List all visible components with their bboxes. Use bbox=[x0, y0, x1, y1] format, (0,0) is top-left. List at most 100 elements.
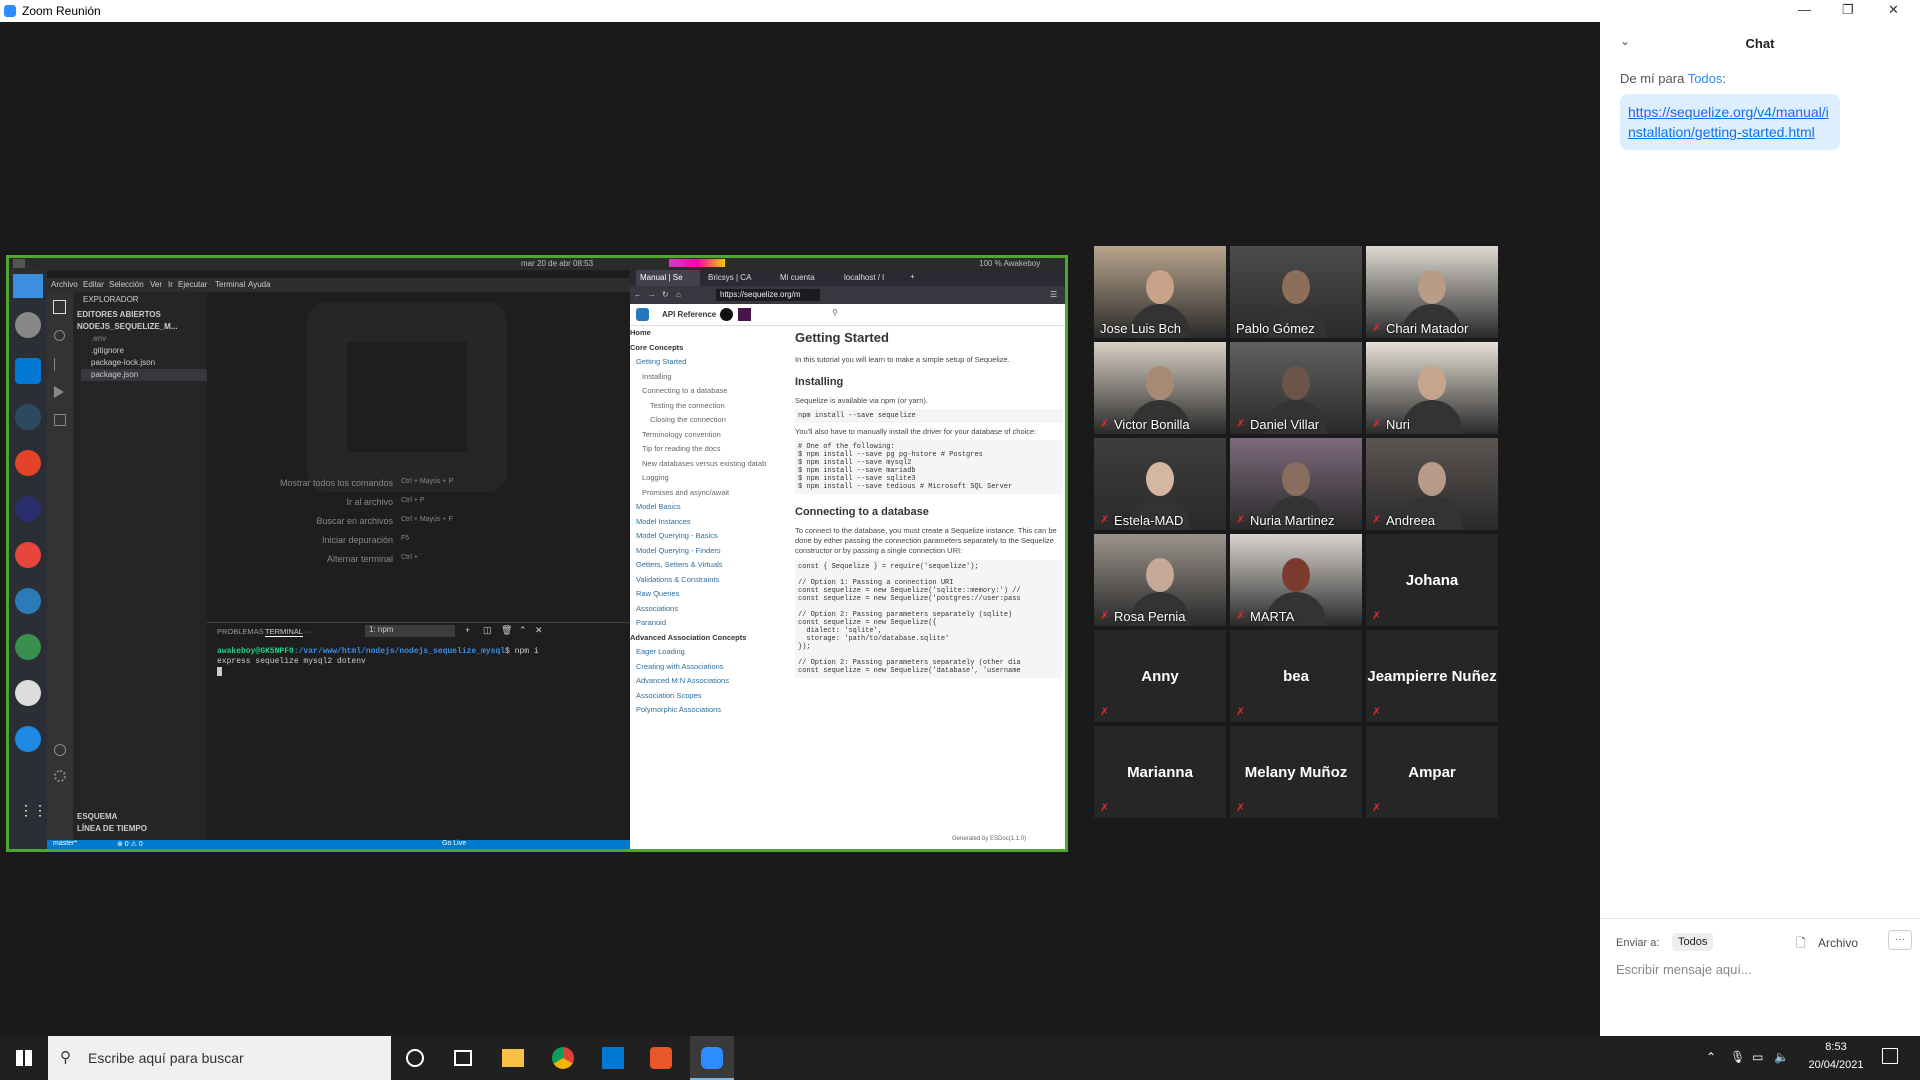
docs-nav-item[interactable]: Core Concepts bbox=[630, 341, 785, 356]
notifications-icon[interactable] bbox=[1882, 1048, 1898, 1064]
menu-file[interactable]: Archivo bbox=[51, 280, 78, 289]
menu-go[interactable]: Ir bbox=[168, 280, 173, 289]
vscode-taskbar-icon[interactable] bbox=[602, 1047, 624, 1069]
taskbar-search[interactable]: ⚲ Escribe aquí para buscar bbox=[48, 1036, 391, 1080]
participant-tile[interactable]: Anny ✗ bbox=[1094, 630, 1226, 722]
windows-start-icon[interactable] bbox=[16, 1050, 32, 1066]
run-debug-icon[interactable] bbox=[54, 386, 64, 398]
api-reference-link[interactable]: API Reference bbox=[662, 310, 716, 319]
participant-tile[interactable]: Jose Luis Bch bbox=[1094, 246, 1226, 338]
menu-icon[interactable]: ☰ bbox=[1050, 290, 1057, 299]
monitor-icon[interactable] bbox=[15, 588, 41, 614]
participant-tile[interactable]: Nuria Martinez ✗ bbox=[1230, 438, 1362, 530]
source-control-icon[interactable] bbox=[54, 358, 65, 371]
participant-tile[interactable]: Estela-MAD ✗ bbox=[1094, 438, 1226, 530]
clock-date[interactable]: 20/04/2021 bbox=[1800, 1059, 1872, 1071]
forward-icon[interactable]: → bbox=[648, 290, 656, 299]
chat-input[interactable]: Escribir mensaje aquí... bbox=[1616, 962, 1752, 977]
docs-nav-item[interactable]: Validations & Constraints bbox=[636, 573, 785, 588]
outline-section[interactable]: ESQUEMA bbox=[77, 812, 117, 821]
files-icon[interactable] bbox=[13, 274, 43, 298]
docs-nav-item[interactable]: Testing the connection bbox=[650, 399, 785, 414]
menu-terminal[interactable]: Terminal bbox=[215, 280, 245, 289]
docs-nav-item[interactable]: Closing the connection bbox=[650, 413, 785, 428]
apps-grid-icon[interactable]: ⋮⋮ bbox=[19, 800, 47, 820]
account-icon[interactable] bbox=[54, 744, 66, 756]
docs-nav-item[interactable]: Logging bbox=[642, 471, 785, 486]
menu-edit[interactable]: Editar bbox=[83, 280, 104, 289]
extensions-icon[interactable] bbox=[54, 414, 66, 426]
participant-tile[interactable]: Marianna ✗ bbox=[1094, 726, 1226, 818]
more-options-button[interactable]: ··· bbox=[1888, 930, 1912, 950]
zoom-dock-icon[interactable] bbox=[15, 726, 41, 752]
problems-count[interactable]: ⊗ 0 ⚠ 0 bbox=[117, 840, 143, 848]
tab-more[interactable]: ··· bbox=[305, 627, 313, 636]
eclipse-icon[interactable] bbox=[15, 496, 41, 522]
taskbar-search-input[interactable]: Escribe aquí para buscar bbox=[88, 1050, 244, 1066]
close-panel-icon[interactable]: ✕ bbox=[535, 625, 543, 636]
go-live-button[interactable]: Go Live bbox=[442, 840, 466, 847]
menu-run[interactable]: Ejecutar bbox=[178, 280, 207, 289]
menu-view[interactable]: Ver bbox=[150, 280, 162, 289]
participant-tile[interactable]: Daniel Villar ✗ bbox=[1230, 342, 1362, 434]
mic-tray-icon[interactable]: 🎙 bbox=[1730, 1050, 1745, 1064]
participant-tile[interactable]: MARTA ✗ bbox=[1230, 534, 1362, 626]
clock-time[interactable]: 8:53 bbox=[1806, 1041, 1866, 1053]
docs-nav-item[interactable]: Raw Queries bbox=[636, 587, 785, 602]
reload-icon[interactable]: ↻ bbox=[662, 290, 669, 299]
terminal-icon[interactable] bbox=[15, 404, 41, 430]
tab-problems[interactable]: PROBLEMAS bbox=[217, 627, 264, 636]
zoom-taskbar-button[interactable] bbox=[690, 1036, 734, 1080]
participant-tile[interactable]: Pablo Gómez bbox=[1230, 246, 1362, 338]
trash-icon[interactable]: 🗑 bbox=[501, 625, 512, 636]
docs-nav-item[interactable]: Installing bbox=[642, 370, 785, 385]
terminal-output[interactable]: awakeboy@GK5NPF0:/var/www/html/nodejs/no… bbox=[217, 647, 547, 680]
split-terminal-icon[interactable]: ◫ bbox=[483, 625, 492, 636]
app-taskbar-icon[interactable] bbox=[650, 1047, 672, 1069]
tab-localhost[interactable]: localhost / l bbox=[844, 273, 884, 282]
file-env[interactable]: .env bbox=[91, 334, 106, 343]
participant-tile[interactable]: Victor Bonilla ✗ bbox=[1094, 342, 1226, 434]
explorer-icon[interactable] bbox=[53, 300, 66, 314]
docs-nav-item[interactable]: Model Querying - Basics bbox=[636, 529, 785, 544]
app-icon[interactable] bbox=[15, 680, 41, 706]
file-button[interactable]: Archivo bbox=[1818, 936, 1858, 950]
docs-nav-item[interactable]: Advanced Association Concepts bbox=[630, 631, 785, 646]
docs-nav-item[interactable]: Model Querying - Finders bbox=[636, 544, 785, 559]
docs-nav-item[interactable]: Polymorphic Associations bbox=[636, 703, 785, 718]
tray-chevron-icon[interactable]: ⌃ bbox=[1706, 1050, 1716, 1064]
cortana-icon[interactable] bbox=[406, 1049, 424, 1067]
gitlab-icon[interactable] bbox=[15, 450, 41, 476]
docs-nav-item[interactable]: Model Instances bbox=[636, 515, 785, 530]
terminal-select[interactable]: 1: npm bbox=[365, 625, 455, 637]
participant-tile[interactable]: Johana ✗ bbox=[1366, 534, 1498, 626]
slack-icon[interactable] bbox=[738, 308, 751, 321]
participant-tile[interactable]: Chari Matador ✗ bbox=[1366, 246, 1498, 338]
tab-mi-cuenta[interactable]: Mi cuenta bbox=[780, 273, 815, 282]
address-input[interactable]: https://sequelize.org/m bbox=[716, 289, 820, 301]
docs-nav-item[interactable]: Association Scopes bbox=[636, 689, 785, 704]
volume-icon[interactable]: 🔈 bbox=[1774, 1050, 1789, 1064]
docs-nav-item[interactable]: Connecting to a database bbox=[642, 384, 785, 399]
docs-nav-item[interactable]: Tip for reading the docs bbox=[642, 442, 785, 457]
docs-nav-item[interactable]: Advanced M:N Associations bbox=[636, 674, 785, 689]
docs-nav-item[interactable]: Terminology convention bbox=[642, 428, 785, 443]
participant-tile[interactable]: Ampar ✗ bbox=[1366, 726, 1498, 818]
participant-tile[interactable]: Melany Muñoz ✗ bbox=[1230, 726, 1362, 818]
new-tab-icon[interactable]: + bbox=[910, 272, 915, 281]
participant-tile[interactable]: Nuri ✗ bbox=[1366, 342, 1498, 434]
menu-help[interactable]: Ayuda bbox=[248, 280, 271, 289]
docs-nav-item[interactable]: New databases versus existing datab bbox=[642, 457, 785, 472]
search-icon[interactable] bbox=[54, 330, 65, 341]
file-icon[interactable]: 🗋 bbox=[1796, 934, 1806, 955]
tab-sequelize[interactable]: Manual | Se bbox=[636, 270, 700, 286]
file-package-json[interactable]: package.json bbox=[91, 370, 138, 379]
participant-tile[interactable]: bea ✗ bbox=[1230, 630, 1362, 722]
timeline-section[interactable]: LÍNEA DE TIEMPO bbox=[77, 824, 147, 833]
project-folder[interactable]: NODEJS_SEQUELIZE_M... bbox=[77, 322, 177, 331]
git-branch[interactable]: master* bbox=[53, 840, 77, 847]
participant-tile[interactable]: Jeampierre Nuñez ✗ bbox=[1366, 630, 1498, 722]
docs-nav-item[interactable]: Getters, Setters & Virtuals bbox=[636, 558, 785, 573]
docs-nav-item[interactable]: Home bbox=[630, 326, 785, 341]
network-icon[interactable]: ▭ bbox=[1752, 1050, 1763, 1064]
